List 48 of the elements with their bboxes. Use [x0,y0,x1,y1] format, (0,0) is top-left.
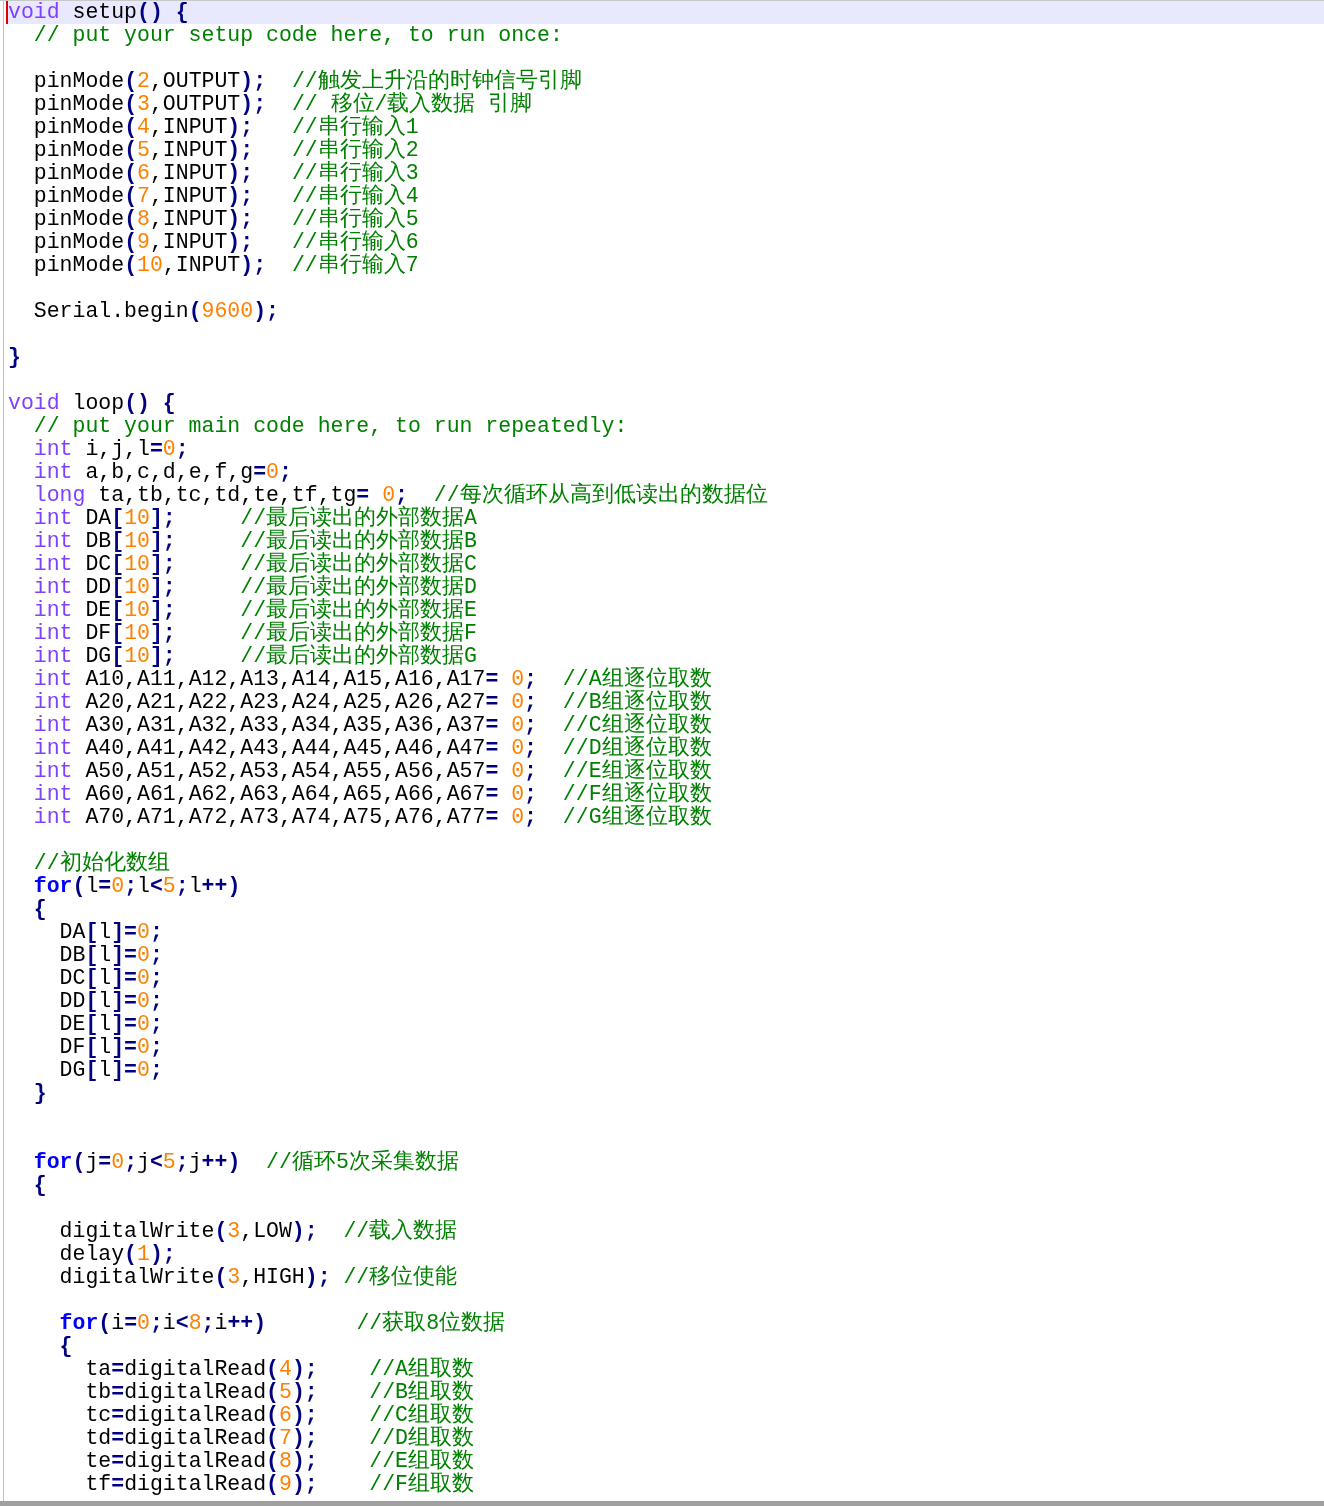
code-line: tb=digitalRead(5); //B组取数 [85,1381,474,1404]
code-line: int A60,A61,A62,A63,A64,A65,A66,A67= 0; //F组逐位取数 [33,783,712,806]
code-line: int A70,A71,A72,A73,A74,A75,A76,A77= 0; //G组逐位取数 [33,806,712,829]
code-line: // put your setup code here, to run once: [33,24,563,47]
code-line: //初始化数组 [33,852,170,875]
code-line: int A50,A51,A52,A53,A54,A55,A56,A57= 0; //E组逐位取数 [33,760,712,783]
code-line: DB[l]=0; [59,944,163,967]
code-line: DA[l]=0; [59,921,163,944]
code-line: int A30,A31,A32,A33,A34,A35,A36,A37= 0; //C组逐位取数 [33,714,712,737]
code-line: { [33,1174,47,1197]
code-line: int A40,A41,A42,A43,A44,A45,A46,A47= 0; //D组逐位取数 [33,737,712,760]
code-line: pinMode(4,INPUT); //串行输入1 [33,116,419,139]
code-line: void loop() { [8,392,176,415]
code-line: Serial.begin(9600); [33,300,279,323]
code-line: int DE[10]; //最后读出的外部数据E [33,599,477,622]
code-line: DG[l]=0; [59,1059,163,1082]
code-line: // put your main code here, to run repeatedly: [33,415,628,438]
code-line: int A20,A21,A22,A23,A24,A25,A26,A27= 0; //B组逐位取数 [33,691,712,714]
code-line: for(j=0;j<5;j++) //循环5次采集数据 [33,1151,459,1174]
code-line: pinMode(2,OUTPUT); //触发上升沿的时钟信号引脚 [33,70,582,93]
code-line: { [59,1335,73,1358]
code-line: } [33,1082,47,1105]
code-line: int DF[10]; //最后读出的外部数据F [33,622,477,645]
code-line: int DB[10]; //最后读出的外部数据B [33,530,477,553]
code-line: tc=digitalRead(6); //C组取数 [85,1404,474,1427]
code-line: pinMode(3,OUTPUT); // 移位/载入数据 引脚 [33,93,533,116]
code-line: tf=digitalRead(9); //F组取数 [85,1473,474,1496]
code-line: { [33,898,47,921]
code-line: int i,j,l=0; [33,438,189,461]
code-line: DF[l]=0; [59,1036,163,1059]
code-line: DC[l]=0; [59,967,163,990]
code-line: void setup() { [8,1,189,24]
code-line: digitalWrite(3,HIGH); //移位使能 [59,1266,458,1289]
code-line: int DG[10]; //最后读出的外部数据G [33,645,477,668]
code-line: int A10,A11,A12,A13,A14,A15,A16,A17= 0; //A组逐位取数 [33,668,712,691]
code-line: for(i=0;i<8;i++) //获取8位数据 [59,1312,506,1335]
code-line: int DD[10]; //最后读出的外部数据D [33,576,477,599]
code-line: te=digitalRead(8); //E组取数 [85,1450,474,1473]
code-line: int DC[10]; //最后读出的外部数据C [33,553,477,576]
code-line: digitalWrite(3,LOW); //载入数据 [59,1220,458,1243]
code-line: DD[l]=0; [59,990,163,1013]
code-line: DE[l]=0; [59,1013,163,1036]
code-line: ta=digitalRead(4); //A组取数 [85,1358,474,1381]
code-line: delay(1); [59,1243,176,1266]
code-line: td=digitalRead(7); //D组取数 [85,1427,474,1450]
code-line: for(l=0;l<5;l++) [33,875,241,898]
code-line: } [8,346,21,369]
code-line: int a,b,c,d,e,f,g=0; [33,461,292,484]
